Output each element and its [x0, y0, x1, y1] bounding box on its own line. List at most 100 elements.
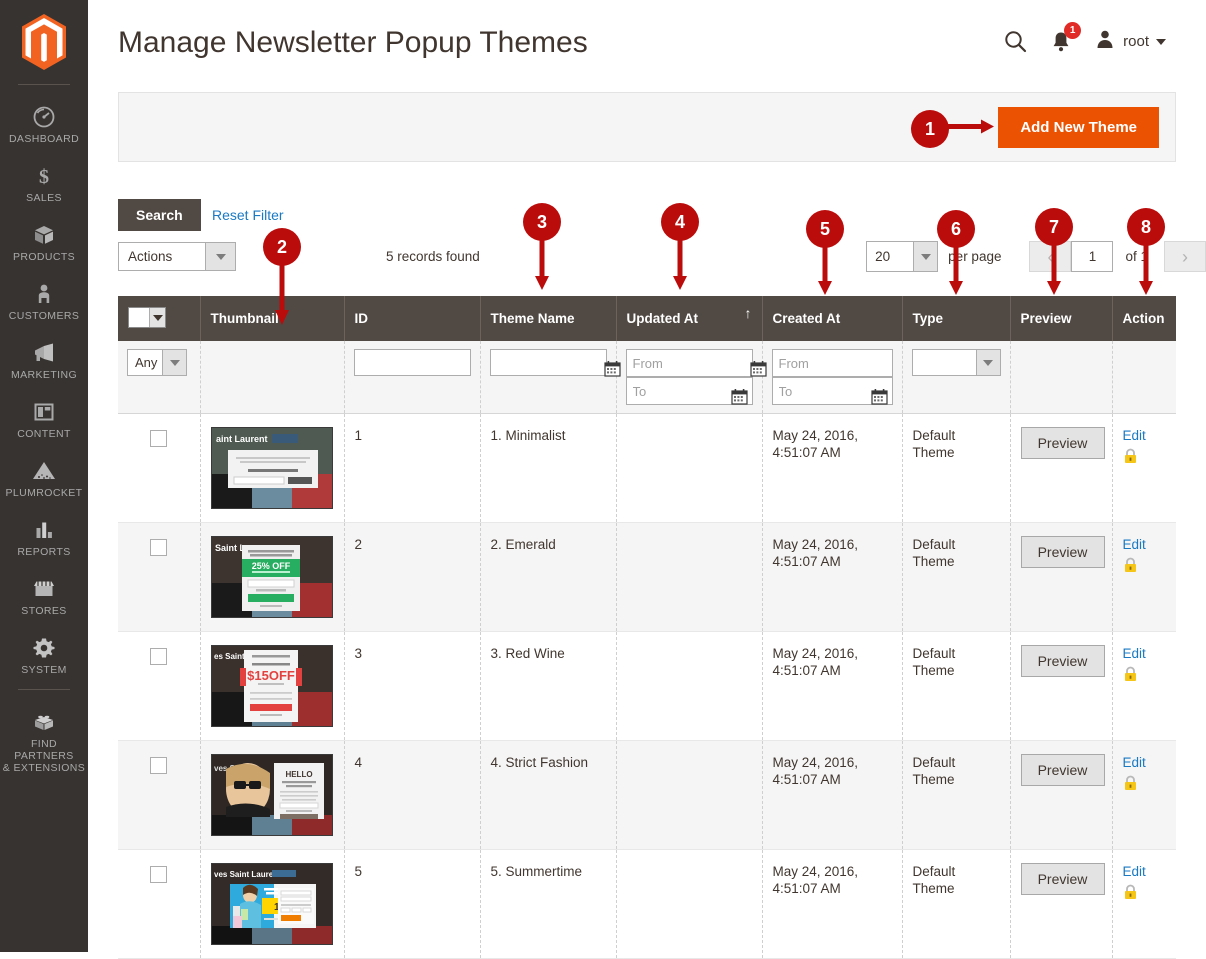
column-header-id[interactable]: ID [344, 296, 481, 341]
sidebar-item-marketing[interactable]: MARKETING [0, 331, 88, 390]
sidebar-item-reports[interactable]: REPORTS [0, 508, 88, 567]
column-header-created-at[interactable]: Created At [762, 296, 903, 341]
edit-link[interactable]: Edit [1123, 536, 1167, 553]
magento-logo[interactable] [20, 14, 68, 70]
calendar-icon[interactable] [603, 360, 621, 382]
edit-link[interactable]: Edit [1123, 645, 1167, 662]
row-checkbox[interactable] [150, 866, 168, 883]
table-row[interactable]: es Saint Laure $15OFF 3 3. Red Wine May … [118, 631, 1176, 741]
table-row[interactable]: Saint Laure 25% OFF 2 2. Emerald May 24,… [118, 522, 1176, 632]
table-row[interactable]: aint Laurent 1 1. Minimalist May 24, 201… [118, 413, 1176, 523]
sidebar-item-content[interactable]: CONTENT [0, 390, 88, 449]
user-menu[interactable]: root [1094, 28, 1166, 55]
sidebar-item-customers[interactable]: CUSTOMERS [0, 272, 88, 331]
filter-updated-from-input[interactable] [625, 349, 753, 377]
annotation-arrow-down-icon [533, 239, 551, 296]
theme-thumb-minimalist[interactable]: aint Laurent [210, 427, 333, 509]
theme-thumb-emerald[interactable]: Saint Laure 25% OFF [210, 536, 333, 618]
page-actions-bar: Add New Theme [118, 92, 1176, 162]
theme-thumb-strictfashion[interactable]: ves S HELLO [210, 754, 333, 836]
column-header-type[interactable]: Type [902, 296, 1011, 341]
svg-text:HELLO: HELLO [285, 770, 312, 779]
column-header-updated-at[interactable]: Updated At ↑ [616, 296, 763, 341]
next-page-button[interactable]: › [1164, 241, 1206, 272]
per-page-select[interactable]: 20 [866, 241, 939, 272]
row-preview-cell: Preview [1010, 631, 1113, 741]
row-type-cell: Default Theme [902, 413, 1011, 523]
column-header-select[interactable] [118, 296, 201, 341]
add-new-theme-button[interactable]: Add New Theme [998, 107, 1159, 148]
page-number-input[interactable] [1071, 241, 1114, 272]
search-button[interactable]: Search [118, 199, 201, 231]
row-theme-name-cell: 1. Minimalist [480, 413, 617, 523]
sidebar-item-system[interactable]: SYSTEM [0, 626, 88, 685]
sidebar-item-stores[interactable]: STORES [0, 567, 88, 626]
table-row[interactable]: ves S HELLO 4 4. Strict Fashion May 24, … [118, 740, 1176, 850]
annotation-marker-3: 3 [523, 203, 561, 290]
filter-theme-name-input[interactable] [489, 349, 607, 376]
filter-type-select[interactable] [911, 349, 1001, 376]
filter-created-to [771, 377, 893, 405]
annotation-number: 1 [911, 110, 949, 148]
notification-count-badge: 1 [1064, 22, 1082, 39]
annotation-number: 8 [1127, 208, 1165, 246]
row-id-cell: 3 [344, 631, 481, 741]
column-header-theme-name[interactable]: Theme Name [480, 296, 617, 341]
sidebar-item-label: REPORTS [17, 546, 71, 558]
sidebar-item-label: SALES [26, 192, 62, 204]
themes-grid: Thumbnail ID Theme Name Updated At ↑ Cre… [118, 296, 1176, 959]
bell-icon[interactable]: 1 [1050, 22, 1082, 53]
calendar-icon[interactable] [730, 388, 748, 410]
filter-id-input[interactable] [353, 349, 471, 376]
table-row[interactable]: ves Saint Laurent 15% [118, 849, 1176, 959]
sidebar-item-sales[interactable]: $ SALES [0, 154, 88, 213]
row-select-cell [118, 740, 201, 850]
edit-link[interactable]: Edit [1123, 754, 1167, 771]
massaction-select[interactable]: Actions [118, 242, 236, 271]
search-icon[interactable] [1003, 29, 1028, 54]
column-header-thumbnail[interactable]: Thumbnail [200, 296, 345, 341]
grid-filter-row: Any [118, 341, 1176, 414]
edit-link[interactable]: Edit [1123, 863, 1167, 880]
theme-thumb-summertime[interactable]: ves Saint Laurent 15% [210, 863, 333, 945]
filter-select-any-value: Any [135, 355, 158, 370]
svg-text:ves Saint Laurent: ves Saint Laurent [214, 870, 281, 879]
calendar-icon[interactable] [870, 388, 888, 410]
row-type-cell: Default Theme [902, 740, 1011, 850]
row-checkbox[interactable] [150, 539, 168, 556]
sidebar-item-products[interactable]: PRODUCTS [0, 213, 88, 272]
annotation-marker-8: 8 [1127, 208, 1165, 295]
theme-thumb-redwine[interactable]: es Saint Laure $15OFF [210, 645, 333, 727]
row-updated-at-cell [616, 631, 763, 741]
reset-filter-link[interactable]: Reset Filter [212, 207, 284, 223]
preview-button[interactable]: Preview [1020, 536, 1105, 568]
preview-button[interactable]: Preview [1020, 645, 1105, 677]
lock-icon [1123, 775, 1167, 795]
annotation-marker-7: 7 [1035, 208, 1073, 295]
sidebar: DASHBOARD $ SALES PRODUCTS CUSTOMERS MAR… [0, 0, 88, 952]
preview-button[interactable]: Preview [1020, 863, 1105, 895]
filter-created-from-input[interactable] [771, 349, 893, 377]
svg-text:aint Laurent: aint Laurent [216, 434, 268, 444]
row-type-cell: Default Theme [902, 849, 1011, 959]
row-created-at-cell: May 24, 2016, 4:51:07 AM [762, 631, 903, 741]
calendar-icon[interactable] [749, 360, 767, 382]
edit-link[interactable]: Edit [1123, 427, 1167, 444]
filter-select-any[interactable]: Any [127, 349, 187, 376]
svg-text:$15OFF: $15OFF [247, 668, 295, 683]
sidebar-item-dashboard[interactable]: DASHBOARD [0, 95, 88, 154]
row-action-cell: Edit [1112, 849, 1176, 959]
row-checkbox[interactable] [150, 648, 168, 665]
chevron-down-icon [1156, 38, 1166, 45]
row-checkbox[interactable] [150, 757, 168, 774]
row-action-cell: Edit [1112, 631, 1176, 741]
row-thumbnail-cell: aint Laurent [200, 413, 345, 523]
preview-button[interactable]: Preview [1020, 427, 1105, 459]
column-header-action: Action [1112, 296, 1176, 341]
sidebar-item-plumrocket[interactable]: PLUMROCKET [0, 449, 88, 508]
page-title: Manage Newsletter Popup Themes [118, 26, 588, 59]
row-checkbox[interactable] [150, 430, 168, 447]
filter-cell-select: Any [118, 341, 201, 414]
preview-button[interactable]: Preview [1020, 754, 1105, 786]
sidebar-item-find-partners[interactable]: FIND PARTNERS & EXTENSIONS [0, 700, 88, 783]
